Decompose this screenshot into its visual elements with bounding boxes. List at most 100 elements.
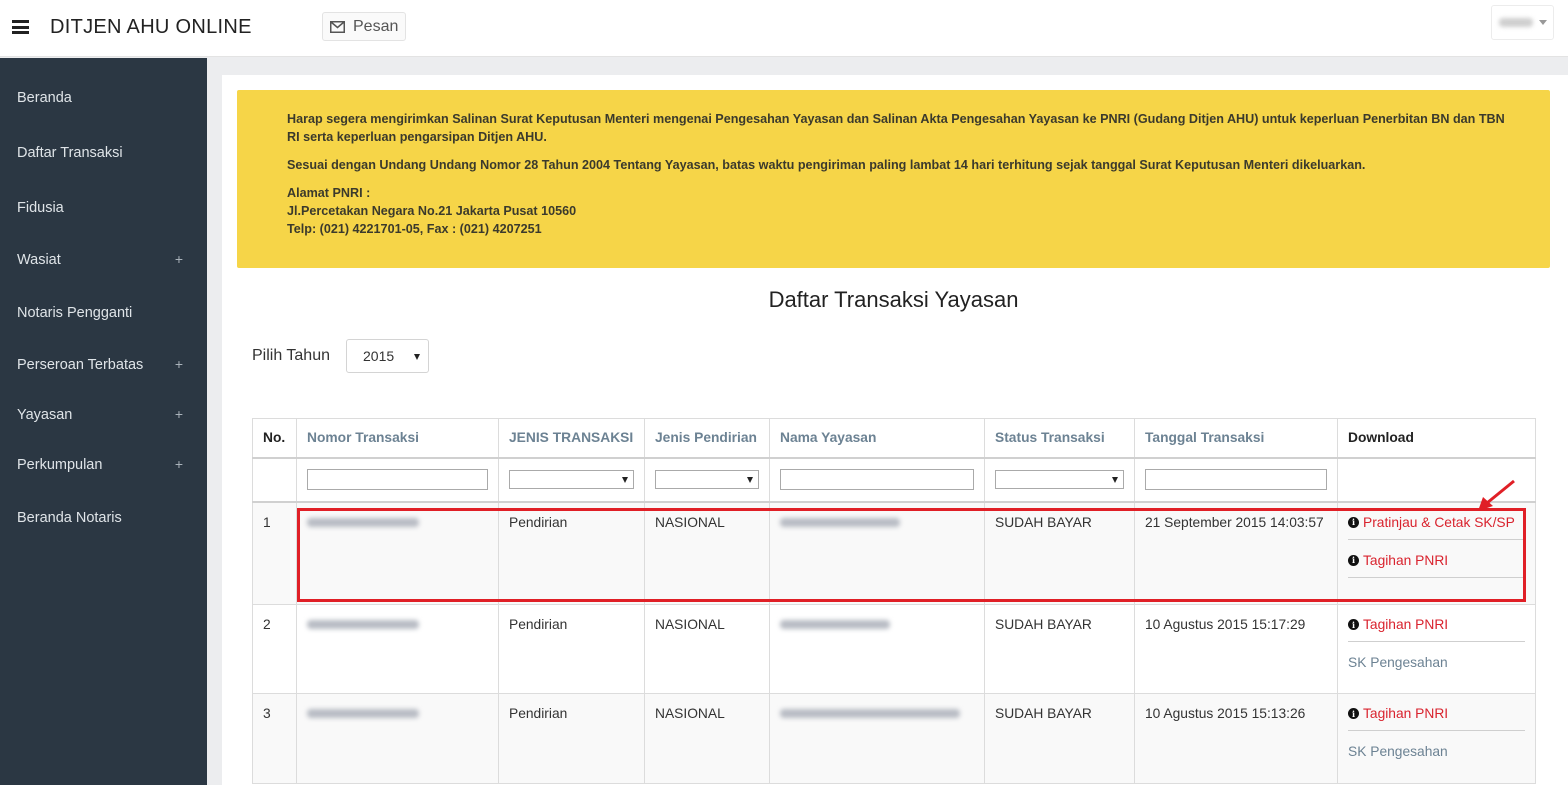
sk-pengesahan-link[interactable]: SK Pengesahan (1348, 744, 1525, 768)
sidebar-item-wasiat[interactable]: Wasiat + (0, 242, 207, 278)
info-circle-icon: i (1348, 708, 1359, 719)
redacted-text (307, 517, 419, 527)
hamburger-menu-icon[interactable] (12, 20, 29, 34)
sidebar-item-label: Daftar Transaksi (17, 145, 123, 161)
link-label: Pratinjau & Cetak SK/SP (1363, 514, 1515, 530)
cell-no: 2 (252, 604, 297, 694)
cell-jenis-transaksi: Pendirian (498, 604, 645, 694)
column-header-tanggal-transaksi[interactable]: Tanggal Transaksi (1134, 418, 1338, 459)
sidebar-item-fidusia[interactable]: Fidusia (0, 190, 207, 226)
cell-jenis-transaksi: Pendirian (498, 501, 645, 605)
sidebar-item-label: Beranda Notaris (17, 510, 122, 526)
top-navbar: DITJEN AHU ONLINE Pesan (0, 0, 1568, 57)
column-header-no: No. (252, 418, 297, 459)
cell-tanggal: 10 Agustus 2015 15:13:26 (1134, 693, 1338, 784)
table-row: 1 Pendirian NASIONAL SUDAH BAYAR 21 Sept… (252, 501, 1536, 605)
sidebar-item-daftar-transaksi[interactable]: Daftar Transaksi (0, 135, 207, 171)
filter-jenis-pendirian-select[interactable] (655, 470, 759, 489)
sidebar-item-label: Beranda (17, 90, 72, 106)
cell-nomor-transaksi (296, 501, 499, 605)
tagihan-pnri-link[interactable]: i Tagihan PNRI (1348, 553, 1525, 578)
cell-download: i Tagihan PNRI SK Pengesahan (1337, 693, 1536, 784)
year-label: Pilih Tahun (252, 347, 330, 364)
column-header-nomor-transaksi[interactable]: Nomor Transaksi (296, 418, 499, 459)
year-select[interactable]: 2015 (346, 339, 429, 373)
filter-jenis-transaksi-select[interactable] (509, 470, 634, 489)
filter-cell (984, 457, 1135, 503)
cell-jenis-pendirian: NASIONAL (644, 501, 770, 605)
alert-address-title: Alamat PNRI : (287, 186, 371, 200)
filter-nomor-transaksi-input[interactable] (307, 469, 488, 490)
table-row: 3 Pendirian NASIONAL SUDAH BAYAR 10 Agus… (252, 693, 1536, 784)
dropdown-arrow-icon (414, 354, 420, 360)
column-header-status-transaksi[interactable]: Status Transaksi (984, 418, 1135, 459)
filter-cell (498, 457, 645, 503)
expand-plus-icon: + (174, 406, 183, 422)
envelope-icon (330, 20, 345, 33)
cell-jenis-pendirian: NASIONAL (644, 693, 770, 784)
column-header-nama-yayasan[interactable]: Nama Yayasan (769, 418, 985, 459)
redacted-text (780, 620, 890, 629)
sidebar-item-label: Perseroan Terbatas (17, 357, 144, 373)
sidebar-item-label: Fidusia (17, 200, 64, 216)
dropdown-arrow-icon (1112, 477, 1118, 483)
sidebar-item-beranda[interactable]: Beranda (0, 80, 207, 116)
info-circle-icon: i (1348, 554, 1359, 566)
sidebar-item-label: Yayasan (17, 407, 73, 423)
dropdown-arrow-icon (622, 477, 628, 483)
link-label: SK Pengesahan (1348, 655, 1448, 670)
message-button[interactable]: Pesan (322, 12, 407, 41)
table-row: 2 Pendirian NASIONAL SUDAH BAYAR 10 Agus… (252, 604, 1536, 694)
filter-cell-empty (252, 457, 297, 503)
sidebar-item-label: Wasiat (17, 252, 61, 268)
sk-pengesahan-link[interactable]: SK Pengesahan (1348, 655, 1525, 679)
cell-jenis-pendirian: NASIONAL (644, 604, 770, 694)
cell-tanggal: 10 Agustus 2015 15:17:29 (1134, 604, 1338, 694)
link-label: Tagihan PNRI (1363, 617, 1449, 632)
cell-tanggal: 21 September 2015 14:03:57 (1134, 501, 1338, 605)
sidebar-item-yayasan[interactable]: Yayasan + (0, 397, 207, 433)
cell-status: SUDAH BAYAR (984, 501, 1135, 605)
expand-plus-icon: + (174, 456, 183, 472)
transaction-table: No. Nomor Transaksi JENIS TRANSAKSI Jeni… (252, 418, 1536, 784)
filter-cell (644, 457, 770, 503)
alert-text: Sesuai dengan Undang Undang Nomor 28 Tah… (287, 158, 1366, 172)
sidebar-item-label: Notaris Pengganti (17, 305, 133, 321)
redacted-text (780, 709, 960, 718)
link-label: SK Pengesahan (1348, 744, 1448, 759)
cell-nomor-transaksi (296, 604, 499, 694)
preview-print-sk-link[interactable]: i Pratinjau & Cetak SK/SP (1348, 515, 1525, 540)
chevron-down-icon (1538, 20, 1547, 25)
tagihan-pnri-link[interactable]: i Tagihan PNRI (1348, 617, 1525, 642)
filter-status-transaksi-select[interactable] (995, 470, 1124, 489)
column-header-jenis-pendirian[interactable]: Jenis Pendirian (644, 418, 770, 459)
column-header-jenis-transaksi[interactable]: JENIS TRANSAKSI (498, 418, 645, 459)
app-title[interactable]: DITJEN AHU ONLINE (50, 16, 252, 39)
link-label: Tagihan PNRI (1363, 552, 1449, 568)
warning-alert: Harap segera mengirimkan Salinan Surat K… (237, 90, 1550, 268)
sidebar-item-notaris-pengganti[interactable]: Notaris Pengganti (0, 295, 207, 331)
content-panel: Harap segera mengirimkan Salinan Surat K… (222, 75, 1568, 785)
filter-nama-yayasan-input[interactable] (780, 469, 974, 490)
sidebar-item-perseroan-terbatas[interactable]: Perseroan Terbatas + (0, 347, 207, 383)
filter-tanggal-transaksi-input[interactable] (1145, 469, 1327, 490)
sidebar-item-label: Perkumpulan (17, 457, 103, 473)
user-name-redacted (1498, 18, 1533, 27)
filter-cell (769, 457, 985, 503)
cell-jenis-transaksi: Pendirian (498, 693, 645, 784)
user-dropdown[interactable] (1491, 5, 1554, 40)
sidebar-item-beranda-notaris[interactable]: Beranda Notaris (0, 500, 207, 536)
sidebar-item-perkumpulan[interactable]: Perkumpulan + (0, 447, 207, 483)
cell-nama-yayasan (769, 501, 985, 605)
column-header-download: Download (1337, 418, 1536, 459)
tagihan-pnri-link[interactable]: i Tagihan PNRI (1348, 706, 1525, 731)
filter-cell (296, 457, 499, 503)
page-title: Daftar Transaksi Yayasan (768, 287, 1019, 312)
cell-nama-yayasan (769, 693, 985, 784)
cell-nomor-transaksi (296, 693, 499, 784)
redacted-text (780, 517, 900, 527)
dropdown-arrow-icon (747, 477, 753, 483)
expand-plus-icon: + (174, 356, 183, 372)
expand-plus-icon: + (174, 251, 183, 267)
alert-address-line: Jl.Percetakan Negara No.21 Jakarta Pusat… (287, 204, 577, 218)
